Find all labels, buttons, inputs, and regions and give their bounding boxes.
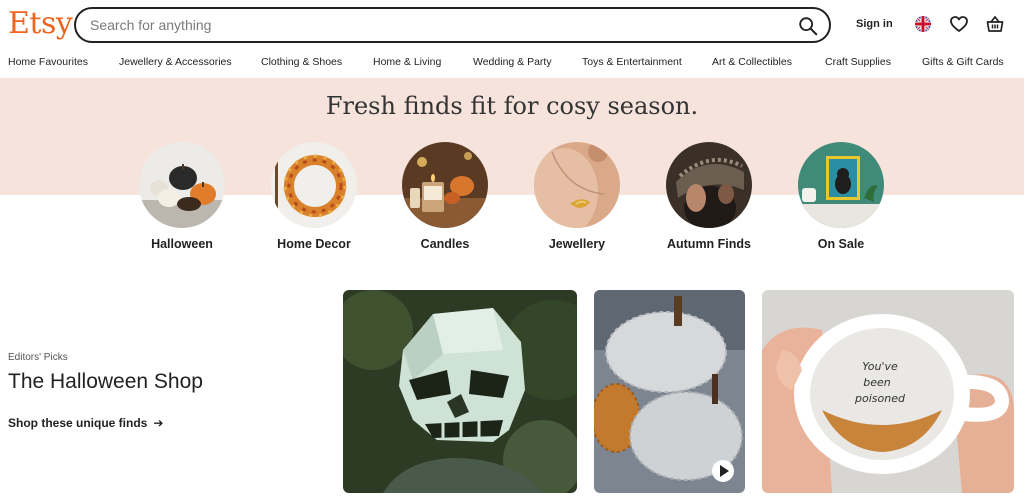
product-tile-knit-pumpkins[interactable] (594, 290, 745, 493)
nav-item-art-collectibles[interactable]: Art & Collectibles (712, 56, 792, 68)
nav-item-home-favourites[interactable]: Home Favourites (8, 56, 88, 68)
banner-title: Fresh finds fit for cosy season. (325, 92, 699, 120)
category-autumn-finds[interactable]: Autumn Finds (665, 142, 753, 251)
sign-in-link[interactable]: Sign in (856, 18, 893, 30)
heart-icon[interactable] (949, 14, 969, 34)
etsy-logo[interactable]: Etsy (8, 6, 73, 41)
nav-item-craft-supplies[interactable]: Craft Supplies (825, 56, 891, 68)
home-decor-image (271, 142, 357, 228)
mug-text-line-3: poisoned (854, 392, 906, 405)
search-bar[interactable] (74, 7, 831, 43)
mug-text-line-1: You've (862, 360, 898, 373)
product-tile-skull-mask[interactable] (343, 290, 577, 493)
nav-item-home-living[interactable]: Home & Living (373, 56, 441, 68)
category-home-decor[interactable]: Home Decor (270, 142, 358, 251)
nav-item-toys-entertainment[interactable]: Toys & Entertainment (582, 56, 682, 68)
category-candles[interactable]: Candles (401, 142, 489, 251)
product-tile-poisoned-mug[interactable]: You've been poisoned (762, 290, 1014, 493)
arrow-right-icon: ➔ (153, 416, 164, 430)
link-label: Shop these unique finds (8, 416, 148, 430)
search-icon[interactable] (797, 15, 819, 37)
category-on-sale[interactable]: On Sale (797, 142, 885, 251)
jewellery-image (534, 142, 620, 228)
autumn-finds-image (666, 142, 752, 228)
uk-flag-icon[interactable] (913, 14, 933, 34)
header: Etsy Sign in (0, 0, 1024, 48)
knit-pumpkins-image (594, 290, 745, 493)
category-label: Home Decor (277, 237, 351, 251)
halloween-image (139, 142, 225, 228)
shop-unique-finds-link[interactable]: Shop these unique finds ➔ (8, 416, 163, 430)
nav-item-wedding-party[interactable]: Wedding & Party (473, 56, 552, 68)
category-label: On Sale (817, 237, 865, 251)
mug-text-line-2: been (863, 376, 891, 389)
editors-picks-eyebrow: Editors' Picks (8, 352, 68, 363)
category-label: Candles (420, 237, 470, 251)
on-sale-image (798, 142, 884, 228)
basket-icon[interactable] (985, 14, 1005, 34)
nav-item-clothing-shoes[interactable]: Clothing & Shoes (261, 56, 342, 68)
skull-mask-image (343, 290, 577, 493)
category-nav: Home Favourites Jewellery & Accessories … (0, 54, 1024, 76)
category-jewellery[interactable]: Jewellery (533, 142, 621, 251)
poisoned-mug-image: You've been poisoned (762, 290, 1014, 493)
editors-picks-title: The Halloween Shop (8, 370, 203, 393)
category-label: Autumn Finds (666, 237, 751, 251)
nav-item-jewellery-accessories[interactable]: Jewellery & Accessories (119, 56, 232, 68)
category-label: Halloween (151, 237, 213, 251)
category-label: Jewellery (548, 237, 606, 251)
candles-image (402, 142, 488, 228)
search-input[interactable] (90, 16, 780, 34)
nav-item-gifts-gift-cards[interactable]: Gifts & Gift Cards (922, 56, 1004, 68)
category-halloween[interactable]: Halloween (138, 142, 226, 251)
